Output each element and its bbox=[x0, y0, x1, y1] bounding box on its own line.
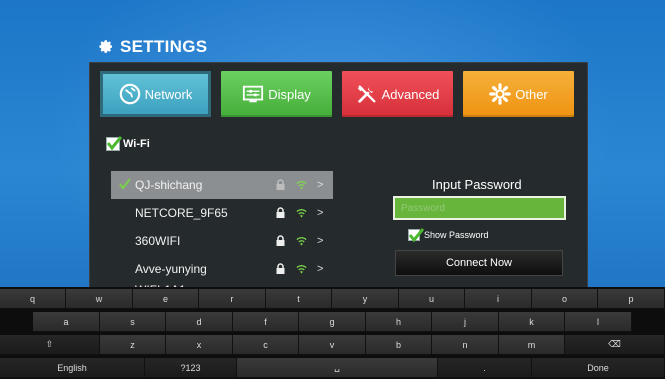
keyboard-row-3: ⇧ z x c v b n m ⌫ bbox=[0, 335, 665, 355]
chevron-right-icon: > bbox=[317, 235, 324, 247]
key-v[interactable]: v bbox=[299, 335, 366, 355]
key-t[interactable]: t bbox=[266, 289, 332, 309]
wifi-signal-icon bbox=[296, 179, 307, 191]
tab-other[interactable]: Other bbox=[463, 71, 574, 117]
show-password-label: Show Password bbox=[424, 230, 489, 240]
page-title-text: SETTINGS bbox=[120, 37, 208, 56]
network-name: 360WIFI bbox=[135, 234, 181, 248]
tab-network[interactable]: Network bbox=[100, 71, 211, 117]
key-e[interactable]: e bbox=[133, 289, 199, 309]
key-i[interactable]: i bbox=[465, 289, 532, 309]
key-k[interactable]: k bbox=[499, 312, 565, 332]
checkmark-icon bbox=[408, 228, 424, 243]
network-name: Avve-yunying bbox=[135, 262, 207, 276]
key-g[interactable]: g bbox=[299, 312, 366, 332]
page-title: SETTINGS bbox=[96, 36, 207, 58]
key-l[interactable]: l bbox=[565, 312, 632, 332]
key-p[interactable]: p bbox=[598, 289, 665, 309]
shift-key[interactable]: ⇧ bbox=[0, 335, 100, 355]
connected-check-icon bbox=[119, 178, 131, 190]
tab-advanced[interactable]: Advanced bbox=[342, 71, 453, 117]
space-key[interactable]: ␣ bbox=[237, 358, 438, 378]
display-icon bbox=[243, 85, 264, 103]
gear-icon bbox=[99, 40, 113, 53]
period-key[interactable]: . bbox=[438, 358, 532, 378]
chevron-right-icon: > bbox=[317, 263, 324, 275]
key-j[interactable]: j bbox=[432, 312, 499, 332]
wifi-signal-icon bbox=[296, 207, 307, 219]
wifi-signal-icon bbox=[296, 263, 307, 275]
key-c[interactable]: c bbox=[233, 335, 299, 355]
key-h[interactable]: h bbox=[366, 312, 432, 332]
show-password-toggle[interactable]: Show Password bbox=[408, 228, 489, 243]
key-y[interactable]: y bbox=[332, 289, 399, 309]
backspace-key[interactable]: ⌫ bbox=[565, 335, 665, 355]
wifi-signal-icon bbox=[296, 235, 307, 247]
chevron-right-icon: > bbox=[317, 207, 324, 219]
password-title: Input Password bbox=[432, 177, 522, 192]
key-s[interactable]: s bbox=[100, 312, 166, 332]
key-z[interactable]: z bbox=[100, 335, 166, 355]
tab-network-label: Network bbox=[144, 86, 193, 102]
done-key[interactable]: Done bbox=[532, 358, 665, 378]
tools-icon bbox=[357, 85, 376, 103]
connect-now-button[interactable]: Connect Now bbox=[395, 250, 563, 276]
wifi-label: Wi-Fi bbox=[123, 138, 150, 150]
keyboard-row-1: q w e r t y u i o p bbox=[0, 289, 665, 309]
tab-display-label: Display bbox=[268, 86, 311, 102]
key-u[interactable]: u bbox=[399, 289, 465, 309]
on-screen-keyboard: q w e r t y u i o p a s d f g h j k l ⇧ … bbox=[0, 287, 665, 379]
key-d[interactable]: d bbox=[166, 312, 233, 332]
tab-bar: Network Display Advanced Other bbox=[100, 71, 574, 117]
lock-icon bbox=[275, 263, 286, 275]
tab-other-label: Other bbox=[515, 86, 548, 102]
key-q[interactable]: q bbox=[0, 289, 66, 309]
tab-display[interactable]: Display bbox=[221, 71, 332, 117]
key-r[interactable]: r bbox=[199, 289, 266, 309]
key-o[interactable]: o bbox=[532, 289, 598, 309]
lock-icon bbox=[275, 235, 286, 247]
network-item[interactable]: Avve-yunying > bbox=[111, 255, 333, 283]
password-input[interactable] bbox=[393, 196, 566, 220]
key-w[interactable]: w bbox=[66, 289, 133, 309]
chevron-right-icon: > bbox=[317, 179, 324, 191]
network-item[interactable]: NETCORE_9F65 > bbox=[111, 199, 333, 227]
wifi-toggle[interactable]: Wi-Fi bbox=[106, 136, 150, 151]
key-x[interactable]: x bbox=[166, 335, 233, 355]
tab-advanced-label: Advanced bbox=[381, 86, 440, 102]
wifi-checkbox[interactable] bbox=[106, 136, 122, 151]
globe-icon bbox=[119, 83, 140, 105]
network-item[interactable]: QJ-shichang > bbox=[111, 171, 333, 199]
key-b[interactable]: b bbox=[366, 335, 432, 355]
key-m[interactable]: m bbox=[499, 335, 565, 355]
network-name: NETCORE_9F65 bbox=[135, 206, 228, 220]
language-key[interactable]: English bbox=[0, 358, 145, 378]
show-password-checkbox[interactable] bbox=[408, 228, 424, 243]
gear-icon bbox=[489, 83, 512, 105]
network-list: QJ-shichang > NETCORE_9F65 > 360WIFI > A… bbox=[111, 171, 333, 293]
checkmark-icon bbox=[106, 136, 122, 151]
keyboard-row-2: a s d f g h j k l bbox=[33, 312, 632, 332]
key-a[interactable]: a bbox=[33, 312, 100, 332]
lock-icon bbox=[275, 207, 286, 219]
keyboard-row-4: English ?123 ␣ . Done bbox=[0, 358, 665, 378]
network-name: QJ-shichang bbox=[135, 178, 203, 192]
key-f[interactable]: f bbox=[233, 312, 299, 332]
key-n[interactable]: n bbox=[432, 335, 499, 355]
settings-panel: Network Display Advanced Other Wi-Fi QJ-… bbox=[89, 62, 588, 293]
symbols-key[interactable]: ?123 bbox=[145, 358, 237, 378]
lock-icon bbox=[275, 179, 286, 191]
network-item[interactable]: 360WIFI > bbox=[111, 227, 333, 255]
